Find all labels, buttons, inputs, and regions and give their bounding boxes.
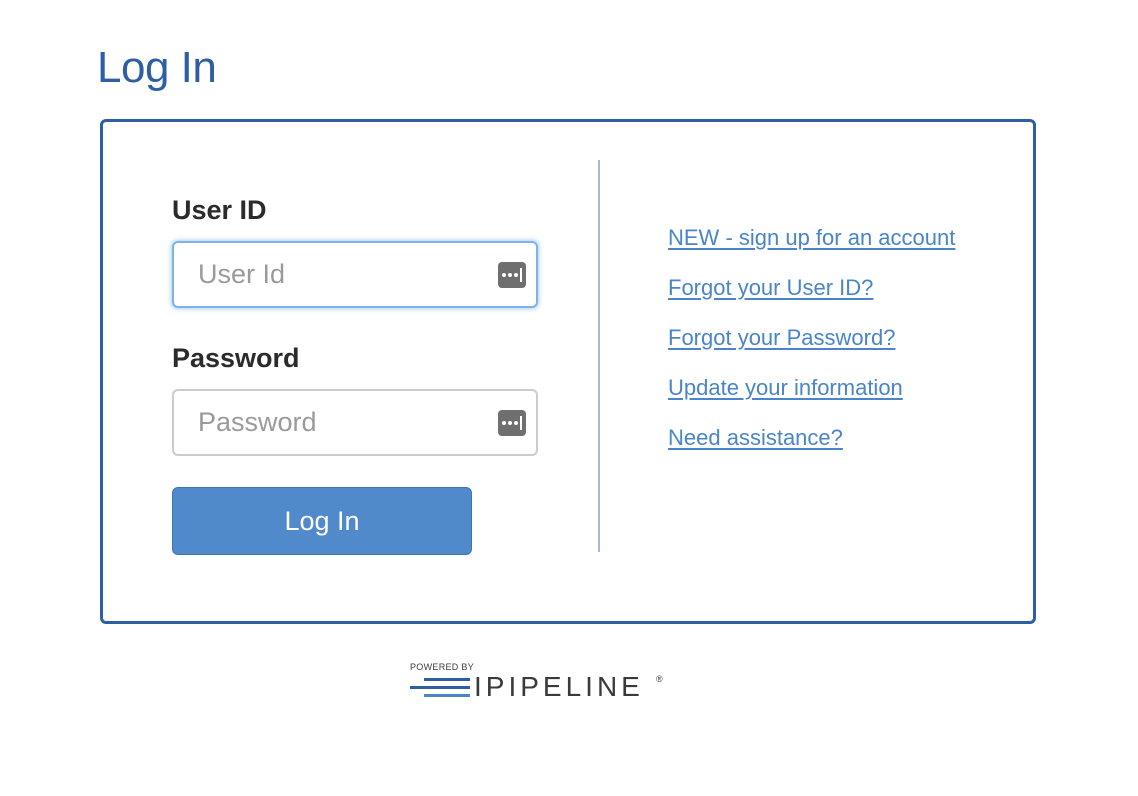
password-label: Password — [172, 343, 300, 373]
ipipeline-lines-icon — [410, 678, 470, 697]
keychain-autofill-icon[interactable] — [498, 262, 526, 288]
password-input[interactable] — [174, 391, 536, 454]
account-links: NEW - sign up for an account Forgot your… — [668, 222, 955, 472]
keychain-autofill-icon[interactable] — [498, 410, 526, 436]
log-in-button[interactable]: Log In — [172, 487, 472, 555]
brand-wordmark: IPIPELINE — [474, 671, 644, 702]
password-field-wrapper — [172, 389, 538, 456]
update-information-link[interactable]: Update your information — [668, 375, 903, 400]
list-item: Forgot your Password? — [668, 322, 955, 372]
list-item: Need assistance? — [668, 422, 955, 472]
page-title: Log In — [97, 43, 217, 92]
panel-divider — [598, 160, 600, 552]
forgot-password-link[interactable]: Forgot your Password? — [668, 325, 895, 350]
login-panel: User ID Password Log In NEW - sign up fo… — [100, 119, 1036, 624]
need-assistance-link[interactable]: Need assistance? — [668, 425, 843, 450]
powered-by-logo: POWERED BY IPIPELINE ® — [410, 662, 670, 704]
user-id-field-wrapper — [172, 241, 538, 308]
list-item: Forgot your User ID? — [668, 272, 955, 322]
sign-up-link[interactable]: NEW - sign up for an account — [668, 225, 955, 250]
registered-mark: ® — [656, 674, 663, 684]
list-item: NEW - sign up for an account — [668, 222, 955, 272]
user-id-input[interactable] — [174, 243, 536, 306]
forgot-user-id-link[interactable]: Forgot your User ID? — [668, 275, 873, 300]
list-item: Update your information — [668, 372, 955, 422]
powered-by-text: POWERED BY — [410, 662, 475, 672]
user-id-label: User ID — [172, 195, 267, 225]
